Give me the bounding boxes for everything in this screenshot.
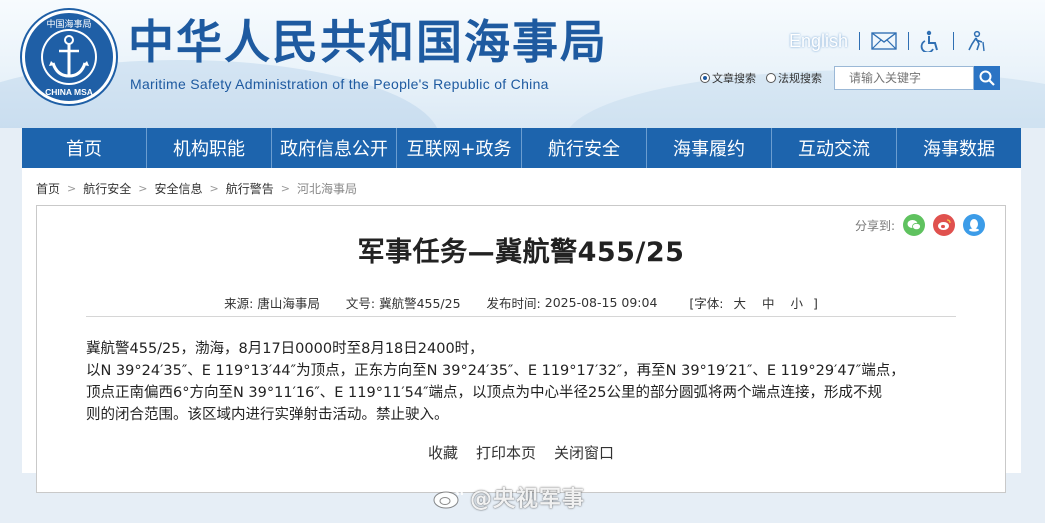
font-size-small[interactable]: 小 — [790, 296, 803, 311]
divider — [908, 32, 910, 50]
nav-item-interaction[interactable]: 互动交流 — [772, 128, 897, 168]
logo-text-top: 中国海事局 — [46, 18, 91, 30]
nav-item-data[interactable]: 海事数据 — [897, 128, 1021, 168]
radio-label: 法规搜索 — [778, 72, 822, 85]
chevron-right-icon: > — [138, 181, 148, 195]
article-paragraph: 顶点正南偏西6°方向至N 39°11′16″、E 119°11′54″端点，以顶… — [86, 385, 882, 401]
font-size-label: [字体: — [689, 295, 724, 311]
breadcrumb: 首页 > 航行安全 > 安全信息 > 航行警告 > 河北海事局 — [36, 180, 357, 196]
radio-unselected[interactable] — [766, 73, 776, 83]
close-window-button[interactable]: 关闭窗口 — [554, 442, 614, 462]
search-button[interactable] — [974, 66, 1000, 90]
article-title: 军事任务—冀航警455/25 — [357, 237, 685, 268]
article-actions: 收藏 打印本页 关闭窗口 — [36, 442, 1006, 462]
english-link[interactable]: English — [789, 31, 848, 52]
article-paragraph: 冀航警455/25，渤海，8月17日0000时至8月18日2400时， — [86, 341, 484, 357]
chevron-right-icon: > — [280, 181, 290, 195]
breadcrumb-item[interactable]: 航行安全 — [83, 180, 131, 197]
radio-label: 文章搜索 — [712, 72, 756, 85]
font-size-close: ] — [812, 295, 818, 311]
font-size-large[interactable]: 大 — [733, 296, 746, 311]
elderly-mode-icon[interactable] — [965, 30, 987, 52]
search-type-article[interactable]: 文章搜索 — [700, 70, 756, 86]
site-title[interactable]: 中华人民共和国海事局 — [128, 14, 608, 70]
article-body: 冀航警455/25，渤海，8月17日0000时至8月18日2400时， 以N 3… — [86, 338, 966, 426]
accessibility-icon[interactable] — [920, 30, 942, 52]
article-paragraph: 以N 39°24′35″、E 119°13′44″为顶点，正东方向至N 39°2… — [86, 363, 905, 379]
print-button[interactable]: 打印本页 — [476, 442, 536, 462]
search-input[interactable] — [834, 66, 974, 90]
search-type-law[interactable]: 法规搜索 — [766, 70, 822, 86]
time-label: 发布时间: — [486, 295, 541, 311]
weibo-watermark: @央视军事 — [432, 481, 585, 513]
weibo-logo-icon — [432, 484, 464, 510]
source-label: 来源: — [224, 295, 254, 311]
nav-item-functions[interactable]: 机构职能 — [147, 128, 272, 168]
article-meta: 来源: 唐山海事局 文号: 冀航警455/25 发布时间: 2025-08-15… — [86, 291, 956, 313]
top-links: English — [789, 28, 987, 54]
divider — [859, 32, 861, 50]
divider — [953, 32, 955, 50]
logo-text-bottom: CHINA MSA — [45, 87, 93, 97]
chevron-right-icon: > — [67, 181, 77, 195]
breadcrumb-current[interactable]: 河北海事局 — [297, 180, 357, 197]
font-size-control: [字体: 大 中 小 ] — [689, 293, 817, 312]
msa-logo[interactable]: 中国海事局 CHINA MSA — [22, 10, 116, 104]
breadcrumb-item[interactable]: 首页 — [36, 180, 60, 197]
nav-item-navigation-safety[interactable]: 航行安全 — [522, 128, 647, 168]
breadcrumb-item[interactable]: 安全信息 — [154, 180, 202, 197]
font-size-medium[interactable]: 中 — [762, 296, 775, 311]
source-value: 唐山海事局 — [257, 295, 320, 311]
watermark-text: @央视军事 — [470, 487, 586, 512]
nav-item-internet-gov[interactable]: 互联网+政务 — [397, 128, 522, 168]
search-icon — [979, 70, 995, 86]
docno-value: 冀航警455/25 — [379, 295, 461, 311]
time-value: 2025-08-15 09:04 — [544, 294, 658, 310]
radio-selected[interactable] — [700, 73, 710, 83]
favorite-button[interactable]: 收藏 — [428, 442, 458, 462]
search-area: 文章搜索 法规搜索 — [700, 66, 1000, 90]
mail-icon[interactable] — [871, 32, 898, 50]
meta-divider — [86, 316, 956, 317]
article-paragraph: 则的闭合范围。该区域内进行实弹射击活动。禁止驶入。 — [86, 407, 449, 423]
docno-label: 文号: — [345, 295, 376, 311]
nav-item-compliance[interactable]: 海事履约 — [647, 128, 772, 168]
site-subtitle: Maritime Safety Administration of the Pe… — [130, 76, 549, 92]
chevron-right-icon: > — [209, 181, 219, 195]
breadcrumb-item[interactable]: 航行警告 — [226, 180, 274, 197]
main-nav: 首页 机构职能 政府信息公开 互联网+政务 航行安全 海事履约 互动交流 海事数… — [22, 128, 1021, 168]
nav-item-gov-info[interactable]: 政府信息公开 — [272, 128, 397, 168]
nav-item-home[interactable]: 首页 — [22, 128, 147, 168]
